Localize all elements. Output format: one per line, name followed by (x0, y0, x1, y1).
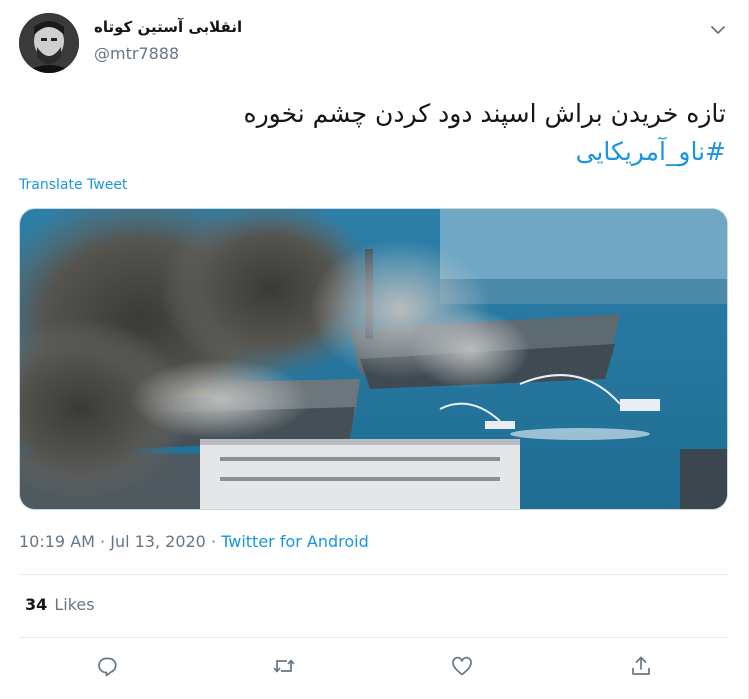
tweet-date[interactable]: Jul 13, 2020 (110, 532, 206, 551)
user-handle[interactable]: @mtr7888 (94, 44, 179, 63)
avatar-image (19, 13, 79, 73)
tweet-time[interactable]: 10:19 AM (19, 532, 95, 551)
tweet-media-image[interactable] (19, 208, 728, 510)
meta-separator: · (205, 532, 222, 551)
tweet-text-line: تازه خریدن براش اسپند دود کردن چشم نخوره (243, 99, 726, 128)
heart-icon[interactable] (448, 652, 476, 680)
divider (19, 574, 728, 575)
tweet-source-link[interactable]: Twitter for Android (221, 532, 369, 551)
translate-tweet-link[interactable]: Translate Tweet (19, 177, 127, 193)
likes-count: 34 (25, 595, 48, 614)
retweet-icon[interactable] (270, 652, 298, 680)
divider (19, 637, 728, 638)
meta-separator: · (94, 532, 111, 551)
chevron-down-icon[interactable] (708, 20, 728, 40)
reply-icon[interactable] (94, 652, 122, 680)
display-name[interactable]: انقلابی آستین کوتاه (94, 18, 242, 36)
tweet-meta: 10:19 AM · Jul 13, 2020 · Twitter for An… (19, 532, 369, 551)
likes-count-link[interactable]: 34 Likes (25, 595, 95, 614)
tweet-text: تازه خریدن براش اسپند دود کردن چشم نخوره… (26, 95, 726, 171)
likes-label: Likes (54, 595, 95, 614)
tweet-card: انقلابی آستین کوتاه @mtr7888 تازه خریدن … (0, 0, 749, 699)
hashtag-link[interactable]: #ناو_آمریکایی (26, 133, 726, 171)
burning-ship-photo (20, 209, 727, 509)
avatar[interactable] (19, 13, 79, 73)
share-icon[interactable] (627, 652, 655, 680)
